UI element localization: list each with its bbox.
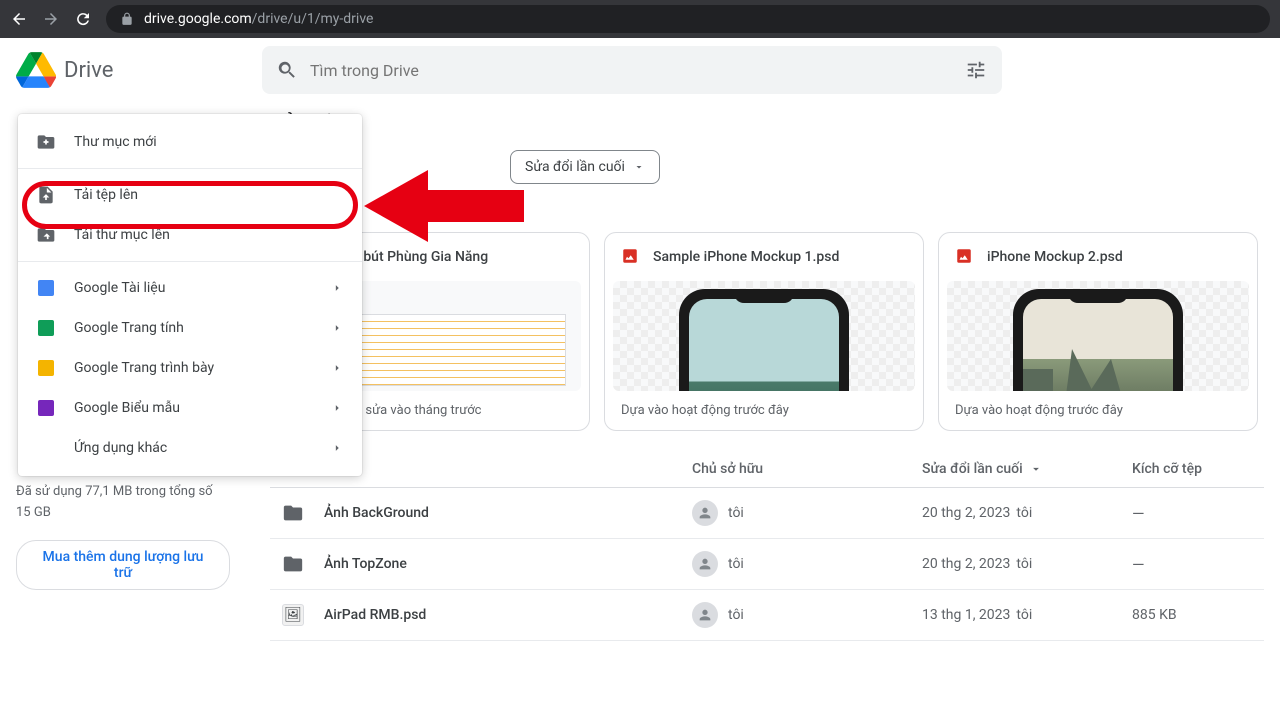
modified-date: 20 thg 2, 2023	[922, 556, 1010, 572]
card-title: iPhone Mockup 2.psd	[987, 249, 1123, 265]
menu-google-forms[interactable]: Google Biểu mẫu	[18, 388, 362, 428]
image-icon	[955, 247, 975, 267]
file-size: 885 KB	[1132, 607, 1252, 623]
menu-google-docs[interactable]: Google Tài liệu	[18, 268, 362, 308]
browser-forward-button[interactable]	[42, 10, 60, 28]
new-folder-icon	[36, 132, 56, 152]
filter-modified-chip[interactable]: Sửa đổi lần cuối	[510, 150, 660, 184]
file-table: Tên Chủ sở hữu Sửa đổi lần cuối Kích cỡ …	[270, 451, 1264, 641]
browser-back-button[interactable]	[10, 10, 28, 28]
menu-separator	[18, 261, 362, 262]
menu-label: Thư mục mới	[74, 134, 157, 150]
chevron-right-icon	[330, 321, 344, 335]
search-icon	[276, 59, 298, 81]
caret-down-icon	[1029, 462, 1043, 476]
table-header: Tên Chủ sở hữu Sửa đổi lần cuối Kích cỡ …	[270, 451, 1264, 488]
avatar	[692, 602, 718, 628]
file-name: Ảnh BackGround	[324, 505, 429, 521]
file-name: Ảnh TopZone	[324, 556, 407, 572]
chevron-right-icon	[330, 441, 344, 455]
card-title: Sample iPhone Mockup 1.psd	[653, 249, 839, 265]
browser-url-bar[interactable]: drive.google.com/drive/u/1/my-drive	[106, 5, 1270, 33]
suggestion-cards: Nhuận bút Phùng Gia Năng Bạn đã chỉnh sử…	[270, 232, 1264, 431]
menu-label: Ứng dụng khác	[74, 440, 167, 456]
upload-folder-icon	[36, 225, 56, 245]
drive-logo-icon	[16, 50, 56, 90]
table-row[interactable]: 🖼 AirPad RMB.psd tôi 13 thg 1, 2023 tôi 885 …	[270, 590, 1264, 641]
card-preview	[613, 281, 915, 391]
file-size: —	[1132, 555, 1252, 574]
menu-separator	[18, 168, 362, 169]
tune-icon	[965, 59, 987, 81]
modified-by: tôi	[1016, 607, 1032, 623]
col-owner-header[interactable]: Chủ sở hữu	[692, 461, 922, 477]
avatar	[692, 500, 718, 526]
search-input[interactable]	[310, 61, 952, 80]
storage-text: Đã sử dụng 77,1 MB trong tổng số 15 GB	[16, 482, 230, 524]
lock-icon	[120, 12, 134, 26]
slides-icon	[36, 358, 56, 378]
app-name: Drive	[64, 58, 113, 83]
chevron-right-icon	[330, 361, 344, 375]
upload-file-icon	[36, 185, 56, 205]
main-content: của tôi Sửa đổi lần cuối xuất Nhuận bút …	[246, 102, 1280, 641]
menu-label: Google Trang tính	[74, 320, 184, 336]
owner-text: tôi	[728, 556, 744, 572]
caret-down-icon	[633, 161, 645, 173]
file-name: AirPad RMB.psd	[324, 607, 426, 623]
chevron-right-icon	[330, 401, 344, 415]
menu-label: Google Trang trình bày	[74, 360, 214, 376]
menu-label: Tải thư mục lên	[74, 227, 170, 243]
blank-icon	[36, 438, 56, 458]
storage-info: Đã sử dụng 77,1 MB trong tổng số 15 GB M…	[16, 482, 230, 590]
suggestion-card[interactable]: iPhone Mockup 2.psd Dựa vào hoạt động tr…	[938, 232, 1258, 431]
folder-icon	[282, 553, 304, 575]
modified-date: 13 thg 1, 2023	[922, 607, 1010, 623]
modified-date: 20 thg 2, 2023	[922, 505, 1010, 521]
table-row[interactable]: Ảnh BackGround tôi 20 thg 2, 2023 tôi —	[270, 488, 1264, 539]
card-caption: Dựa vào hoạt động trước đây	[605, 391, 923, 430]
menu-label: Google Biểu mẫu	[74, 400, 180, 416]
card-preview	[947, 281, 1249, 391]
avatar	[692, 551, 718, 577]
col-modified-header[interactable]: Sửa đổi lần cuối	[922, 461, 1132, 477]
chevron-right-icon	[330, 281, 344, 295]
chip-label: Sửa đổi lần cuối	[525, 159, 625, 175]
breadcrumb[interactable]: của tôi	[270, 102, 1264, 150]
folder-icon	[282, 502, 304, 524]
menu-google-sheets[interactable]: Google Trang tính	[18, 308, 362, 348]
menu-label: Tải tệp lên	[74, 187, 138, 203]
suggestion-card[interactable]: Sample iPhone Mockup 1.psd Dựa vào hoạt …	[604, 232, 924, 431]
card-caption: Dựa vào hoạt động trước đây	[939, 391, 1257, 430]
search-options-button[interactable]	[964, 58, 988, 82]
table-row[interactable]: Ảnh TopZone tôi 20 thg 2, 2023 tôi —	[270, 539, 1264, 590]
buy-storage-button[interactable]: Mua thêm dung lượng lưu trữ	[16, 540, 230, 590]
url-text: drive.google.com/drive/u/1/my-drive	[144, 11, 373, 27]
search-bar[interactable]	[262, 46, 1002, 94]
menu-upload-folder[interactable]: Tải thư mục lên	[18, 215, 362, 255]
menu-more-apps[interactable]: Ứng dụng khác	[18, 428, 362, 468]
browser-toolbar: drive.google.com/drive/u/1/my-drive	[0, 0, 1280, 38]
sheets-icon	[36, 318, 56, 338]
browser-reload-button[interactable]	[74, 10, 92, 28]
new-context-menu: Thư mục mới Tải tệp lên Tải thư mục lên …	[18, 114, 362, 476]
col-size-header[interactable]: Kích cỡ tệp	[1132, 461, 1252, 477]
owner-text: tôi	[728, 607, 744, 623]
image-icon	[621, 247, 641, 267]
owner-text: tôi	[728, 505, 744, 521]
docs-icon	[36, 278, 56, 298]
modified-by: tôi	[1016, 505, 1032, 521]
app-header: Drive	[0, 38, 1280, 102]
forms-icon	[36, 398, 56, 418]
menu-upload-file[interactable]: Tải tệp lên	[18, 175, 362, 215]
menu-google-slides[interactable]: Google Trang trình bày	[18, 348, 362, 388]
modified-by: tôi	[1016, 556, 1032, 572]
file-size: —	[1132, 504, 1252, 523]
section-label: xuất	[270, 202, 1264, 218]
psd-icon: 🖼	[282, 604, 304, 626]
menu-new-folder[interactable]: Thư mục mới	[18, 122, 362, 162]
menu-label: Google Tài liệu	[74, 280, 165, 296]
